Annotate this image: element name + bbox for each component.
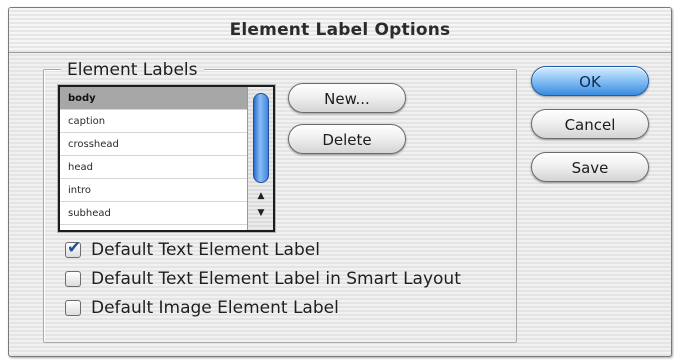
cancel-button[interactable]: Cancel (531, 109, 649, 139)
default-text-label-checkbox[interactable]: ✔ (65, 238, 81, 258)
check-mark-icon: ✔ (67, 238, 82, 258)
list-scrollbar[interactable]: ▲ ▼ (247, 87, 273, 230)
default-smart-layout-label-checkbox[interactable] (65, 271, 81, 287)
delete-button[interactable]: Delete (288, 124, 406, 154)
list-item-head[interactable]: head (60, 156, 247, 179)
save-button[interactable]: Save (531, 152, 649, 182)
dialog-window: Element Label Options Element Labels bod… (8, 7, 672, 357)
new-button[interactable]: New... (288, 83, 406, 113)
ok-button[interactable]: OK (531, 66, 649, 96)
default-text-label-text: Default Text Element Label (91, 240, 320, 260)
scroll-down-arrow-icon[interactable]: ▼ (248, 206, 273, 220)
scroll-up-arrow-icon[interactable]: ▲ (248, 189, 273, 203)
list-item-crosshead[interactable]: crosshead (60, 133, 247, 156)
dialog-title: Element Label Options (229, 20, 451, 40)
element-labels-list[interactable]: body caption crosshead head intro subhea… (58, 85, 275, 232)
scroll-thumb[interactable] (253, 93, 269, 183)
list-item-intro[interactable]: intro (60, 179, 247, 202)
list-item-subhead[interactable]: subhead (60, 202, 247, 225)
title-bar[interactable]: Element Label Options (9, 8, 671, 53)
default-image-label-text: Default Image Element Label (91, 298, 339, 318)
list-item-body[interactable]: body (60, 87, 247, 110)
default-smart-layout-label-text: Default Text Element Label in Smart Layo… (91, 269, 461, 289)
element-labels-legend: Element Labels (61, 60, 204, 80)
default-image-label-checkbox[interactable] (65, 300, 81, 316)
list-item-caption[interactable]: caption (60, 110, 247, 133)
